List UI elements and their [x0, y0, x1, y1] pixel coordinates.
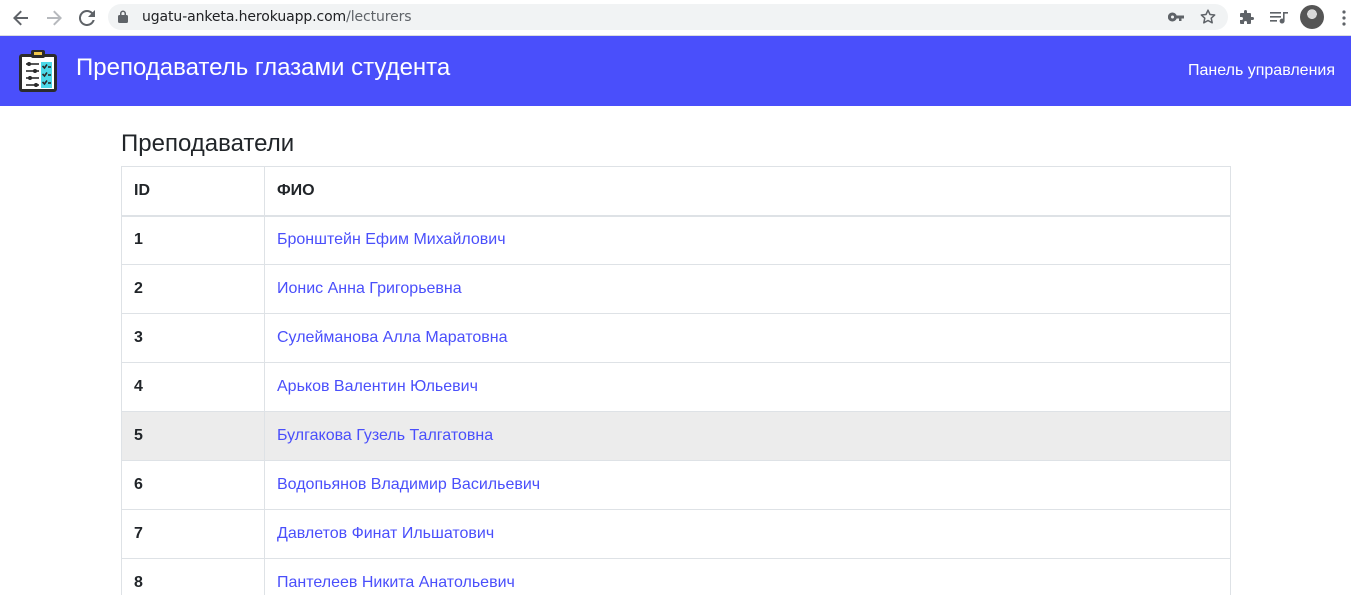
table-row: 4 Арьков Валентин Юльевич	[121, 362, 1231, 412]
row-name-cell: Булгакова Гузель Талгатовна	[264, 411, 1231, 461]
row-id: 4	[121, 362, 265, 412]
table-header-row: ID ФИО	[121, 166, 1231, 217]
address-bar[interactable]: ugatu-anketa.herokuapp.com/lecturers	[108, 4, 1228, 30]
table-row: 1 Бронштейн Ефим Михайлович	[121, 215, 1231, 265]
lecturer-link[interactable]: Пантелеев Никита Анатольевич	[277, 574, 515, 591]
row-id: 2	[121, 264, 265, 314]
lecturer-link[interactable]: Арьков Валентин Юльевич	[277, 378, 478, 395]
row-id: 8	[121, 558, 265, 595]
row-id: 1	[121, 215, 265, 265]
table-row: 8 Пантелеев Никита Анатольевич	[121, 558, 1231, 595]
menu-dots-icon[interactable]	[1332, 6, 1351, 30]
back-icon[interactable]	[9, 6, 33, 30]
lecturer-link[interactable]: Сулейманова Алла Маратовна	[277, 329, 508, 346]
table-row: 3 Сулейманова Алла Маратовна	[121, 313, 1231, 363]
brand-title[interactable]: Преподаватель глазами студента	[76, 54, 450, 82]
lock-icon	[118, 10, 128, 28]
table-row-hovered: 5 Булгакова Гузель Талгатовна	[121, 411, 1231, 461]
reload-icon[interactable]	[75, 6, 99, 30]
extensions-icon[interactable]	[1235, 6, 1259, 30]
column-header-id: ID	[121, 166, 265, 217]
row-name-cell: Бронштейн Ефим Михайлович	[264, 215, 1231, 265]
url-text: ugatu-anketa.herokuapp.com/lecturers	[142, 8, 412, 26]
row-id: 3	[121, 313, 265, 363]
row-name-cell: Сулейманова Алла Маратовна	[264, 313, 1231, 363]
url-host: ugatu-anketa.herokuapp.com	[142, 9, 347, 25]
lecturer-link[interactable]: Ионис Анна Григорьевна	[277, 280, 462, 297]
row-name-cell: Ионис Анна Григорьевна	[264, 264, 1231, 314]
lecturer-link[interactable]: Водопьянов Владимир Васильевич	[277, 476, 540, 493]
dashboard-link[interactable]: Панель управления	[1188, 61, 1335, 81]
row-name-cell: Водопьянов Владимир Васильевич	[264, 460, 1231, 510]
column-header-name: ФИО	[264, 166, 1231, 217]
row-name-cell: Пантелеев Никита Анатольевич	[264, 558, 1231, 595]
row-name-cell: Арьков Валентин Юльевич	[264, 362, 1231, 412]
forward-icon[interactable]	[42, 6, 66, 30]
key-icon[interactable]	[1166, 7, 1186, 27]
row-id: 6	[121, 460, 265, 510]
table-row: 2 Ионис Анна Григорьевна	[121, 264, 1231, 314]
row-id: 5	[121, 411, 265, 461]
row-id: 7	[121, 509, 265, 559]
lecturer-link[interactable]: Давлетов Финат Ильшатович	[277, 525, 494, 542]
browser-toolbar: ugatu-anketa.herokuapp.com/lecturers	[0, 0, 1351, 36]
app-navbar: Преподаватель глазами студента Панель уп…	[0, 36, 1351, 106]
table-row: 7 Давлетов Финат Ильшатович	[121, 509, 1231, 559]
lecturer-link[interactable]: Булгакова Гузель Талгатовна	[277, 427, 493, 444]
star-icon[interactable]	[1198, 7, 1218, 27]
row-name-cell: Давлетов Финат Ильшатович	[264, 509, 1231, 559]
profile-avatar[interactable]	[1300, 5, 1324, 29]
table-row: 6 Водопьянов Владимир Васильевич	[121, 460, 1231, 510]
url-path: /lecturers	[346, 9, 412, 25]
lecturers-table: ID ФИО 1 Бронштейн Ефим Михайлович 2 Ион…	[121, 166, 1231, 595]
lecturer-link[interactable]: Бронштейн Ефим Михайлович	[277, 231, 506, 248]
clipboard-logo-icon[interactable]	[17, 49, 59, 93]
media-queue-icon[interactable]	[1267, 6, 1291, 30]
page-title: Преподаватели	[121, 130, 295, 157]
